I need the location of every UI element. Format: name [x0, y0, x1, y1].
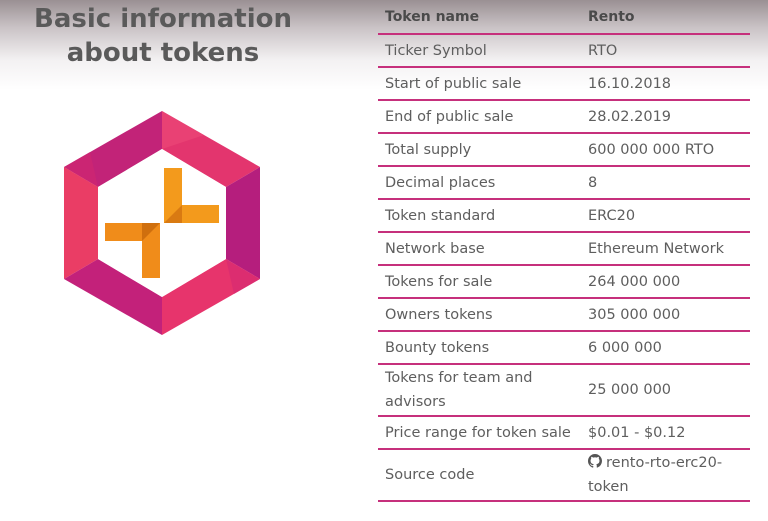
- row-label: Tokens for sale: [378, 265, 581, 299]
- table-row: Owners tokens 305 000 000: [378, 298, 750, 332]
- row-value: 600 000 000 RTO: [581, 133, 750, 167]
- table-row: Tokens for team and advisors 25 000 000: [378, 364, 750, 417]
- row-value: 305 000 000: [581, 298, 750, 332]
- row-label: Ticker Symbol: [378, 34, 581, 68]
- table-row: Ticker Symbol RTO: [378, 34, 750, 68]
- row-value: Ethereum Network: [581, 232, 750, 266]
- rento-logo-icon: [64, 111, 260, 335]
- row-value: 6 000 000: [581, 331, 750, 365]
- row-value-source-code: rento-rto-erc20-token: [581, 449, 750, 502]
- row-label: Start of public sale: [378, 67, 581, 101]
- row-label: Price range for token sale: [378, 416, 581, 450]
- table-row: Token standard ERC20: [378, 199, 750, 233]
- header-token-name: Token name: [378, 0, 581, 35]
- row-label: Source code: [378, 449, 581, 502]
- header-token-value: Rento: [581, 0, 750, 35]
- table-row: Bounty tokens 6 000 000: [378, 331, 750, 365]
- table-row: Network base Ethereum Network: [378, 232, 750, 266]
- row-value: 25 000 000: [581, 364, 750, 417]
- row-label: Tokens for team and advisors: [378, 364, 581, 417]
- table-row: End of public sale 28.02.2019: [378, 100, 750, 134]
- table-row: Start of public sale 16.10.2018: [378, 67, 750, 101]
- row-value: $0.01 - $0.12: [581, 416, 750, 450]
- row-label: Token standard: [378, 199, 581, 233]
- page-title: Basic information about tokens: [34, 4, 292, 68]
- row-label: Total supply: [378, 133, 581, 167]
- table-row: Source code rento-rto-erc20-token: [378, 449, 750, 502]
- table-row: Decimal places 8: [378, 166, 750, 200]
- table-header-row: Token name Rento: [378, 0, 750, 35]
- row-label: Bounty tokens: [378, 331, 581, 365]
- table-row: Price range for token sale $0.01 - $0.12: [378, 416, 750, 450]
- table-row: Tokens for sale 264 000 000: [378, 265, 750, 299]
- row-label: Network base: [378, 232, 581, 266]
- row-value: 16.10.2018: [581, 67, 750, 101]
- row-label: Decimal places: [378, 166, 581, 200]
- row-value: 28.02.2019: [581, 100, 750, 134]
- row-value: 264 000 000: [581, 265, 750, 299]
- row-value: ERC20: [581, 199, 750, 233]
- row-value: 8: [581, 166, 750, 200]
- source-code-link[interactable]: rento-rto-erc20-token: [588, 454, 723, 495]
- source-code-text: rento-rto-erc20-token: [588, 455, 723, 495]
- row-label: Owners tokens: [378, 298, 581, 332]
- row-value: RTO: [581, 34, 750, 68]
- row-label: End of public sale: [378, 100, 581, 134]
- github-icon: [588, 454, 602, 468]
- table-row: Total supply 600 000 000 RTO: [378, 133, 750, 167]
- token-info-table: Token name Rento Ticker Symbol RTO Start…: [378, 0, 750, 502]
